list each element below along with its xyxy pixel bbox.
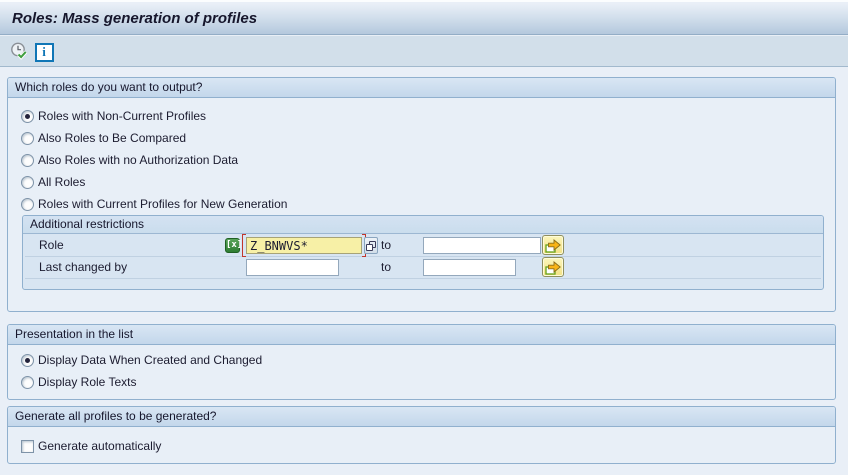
section-presentation: Presentation in the list Display Data Wh… [7, 324, 836, 400]
checkbox-label: Generate automatically [38, 439, 161, 453]
to-label: to [381, 257, 391, 278]
selection-option-active-icon[interactable]: [x] [225, 238, 240, 253]
output-options: Roles with Non-Current Profiles Also Rol… [8, 98, 835, 215]
execute-clock-check-icon [9, 49, 29, 64]
last-changed-label: Last changed by [39, 257, 127, 278]
multiple-selection-icon [545, 238, 562, 254]
section-generate: Generate all profiles to be generated? G… [7, 406, 836, 464]
radio-label: All Roles [38, 175, 85, 189]
execute-button[interactable] [8, 41, 30, 63]
multiple-selection-button-role[interactable] [542, 235, 564, 255]
page-title: Roles: Mass generation of profiles [12, 4, 257, 34]
checkbox-generate-automatically[interactable]: Generate automatically [21, 435, 835, 457]
section-restrictions-title: Additional restrictions [23, 216, 823, 234]
role-to-input[interactable] [423, 237, 541, 254]
radio-icon [21, 354, 34, 367]
section-restrictions: Additional restrictions Role [x] to [22, 215, 824, 290]
radio-label: Display Data When Created and Changed [38, 353, 262, 367]
radio-all-roles[interactable]: All Roles [21, 171, 835, 193]
radio-label: Roles with Current Profiles for New Gene… [38, 197, 287, 211]
radio-icon [21, 110, 34, 123]
radio-roles-current-profiles[interactable]: Roles with Current Profiles for New Gene… [21, 193, 835, 215]
radio-icon [21, 198, 34, 211]
radio-icon [21, 154, 34, 167]
possible-entries-button[interactable] [364, 237, 378, 254]
possible-entries-icon [366, 241, 376, 251]
restriction-row-last-changed: Last changed by to [25, 257, 821, 279]
sap-window: Roles: Mass generation of profiles i Whi… [0, 0, 848, 475]
multiple-selection-button-last-changed[interactable] [542, 257, 564, 277]
role-from-input[interactable] [246, 237, 362, 254]
radio-roles-no-auth-data[interactable]: Also Roles with no Authorization Data [21, 149, 835, 171]
focus-bracket-left [242, 234, 246, 257]
information-button[interactable]: i [33, 41, 55, 63]
application-toolbar: i [0, 35, 848, 67]
last-changed-from-input[interactable] [246, 259, 339, 276]
radio-icon [21, 176, 34, 189]
radio-label: Roles with Non-Current Profiles [38, 109, 206, 123]
role-label: Role [39, 235, 64, 256]
radio-icon [21, 132, 34, 145]
role-field-focus-frame [246, 237, 362, 254]
radio-label: Also Roles with no Authorization Data [38, 153, 238, 167]
information-icon: i [35, 43, 54, 62]
title-bar: Roles: Mass generation of profiles [0, 4, 848, 35]
radio-label: Also Roles to Be Compared [38, 131, 186, 145]
section-presentation-title: Presentation in the list [8, 325, 835, 345]
section-generate-title: Generate all profiles to be generated? [8, 407, 835, 427]
restriction-row-role: Role [x] to [25, 235, 821, 257]
radio-label: Display Role Texts [38, 375, 136, 389]
last-changed-to-input[interactable] [423, 259, 516, 276]
presentation-options: Display Data When Created and Changed Di… [8, 345, 835, 393]
radio-display-data-created-changed[interactable]: Display Data When Created and Changed [21, 349, 835, 371]
multiple-selection-icon [545, 260, 562, 276]
checkbox-icon [21, 440, 34, 453]
to-label: to [381, 235, 391, 256]
section-output: Which roles do you want to output? Roles… [7, 77, 836, 312]
generate-options: Generate automatically [8, 427, 835, 457]
section-output-title: Which roles do you want to output? [8, 78, 835, 98]
radio-display-role-texts[interactable]: Display Role Texts [21, 371, 835, 393]
radio-icon [21, 376, 34, 389]
radio-roles-non-current[interactable]: Roles with Non-Current Profiles [21, 105, 835, 127]
radio-roles-to-be-compared[interactable]: Also Roles to Be Compared [21, 127, 835, 149]
